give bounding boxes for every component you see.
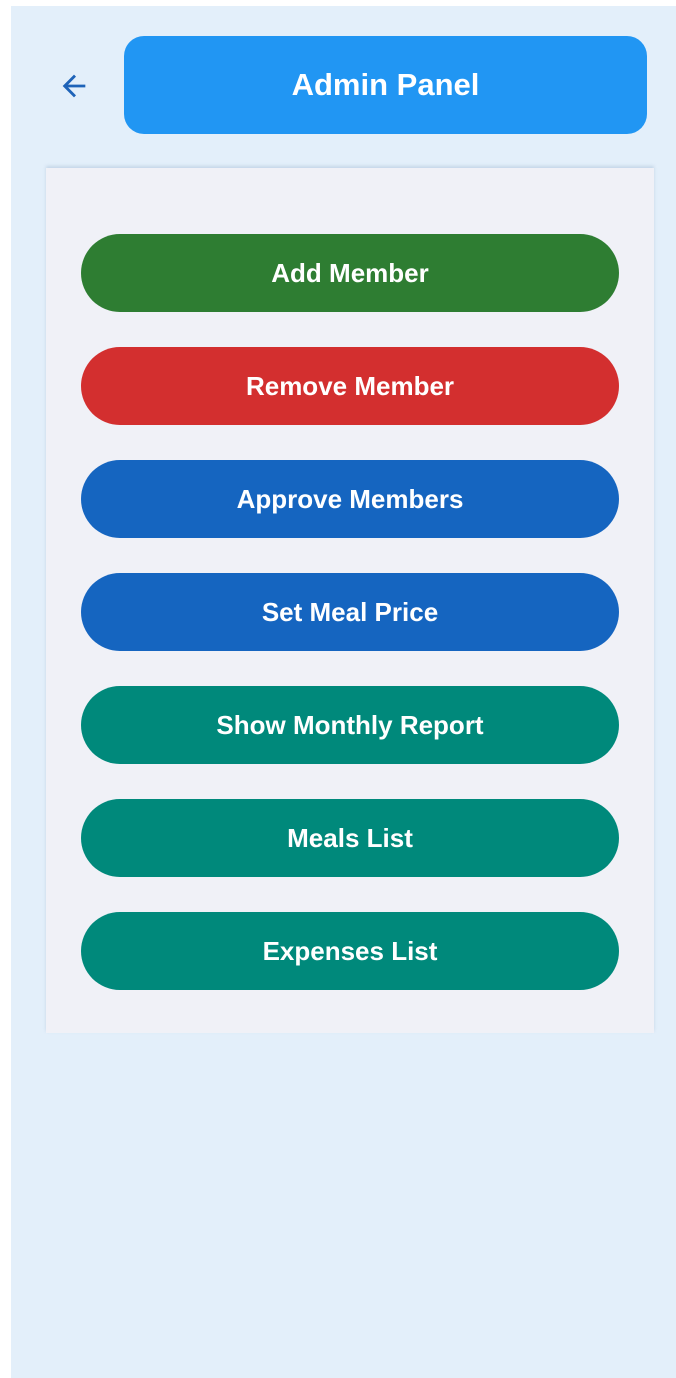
meals-list-button[interactable]: Meals List: [81, 799, 619, 877]
page-title: Admin Panel: [124, 36, 647, 134]
admin-panel-screen: Admin Panel Add Member Remove Member App…: [11, 6, 676, 1378]
expenses-list-button[interactable]: Expenses List: [81, 912, 619, 990]
approve-members-button[interactable]: Approve Members: [81, 460, 619, 538]
arrow-left-icon: [62, 74, 86, 98]
add-member-button[interactable]: Add Member: [81, 234, 619, 312]
admin-menu-panel: Add Member Remove Member Approve Members…: [46, 168, 654, 1033]
remove-member-button[interactable]: Remove Member: [81, 347, 619, 425]
set-meal-price-button[interactable]: Set Meal Price: [81, 573, 619, 651]
show-monthly-report-button[interactable]: Show Monthly Report: [81, 686, 619, 764]
back-button[interactable]: [51, 63, 97, 109]
